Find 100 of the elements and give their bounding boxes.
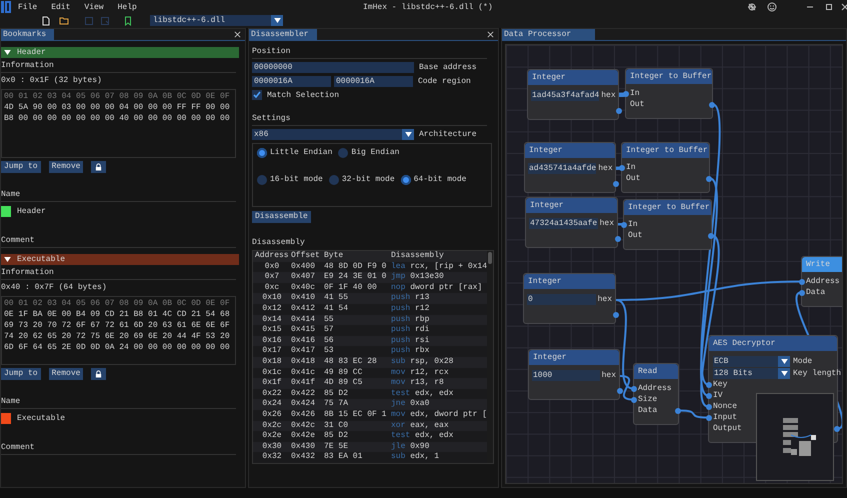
section-label: Information: [1, 265, 236, 280]
value-field[interactable]: 0: [527, 294, 596, 304]
menu-item[interactable]: File: [18, 2, 38, 12]
pin-icon[interactable]: [631, 396, 637, 402]
table-cell-text: jle 0x90: [390, 442, 430, 452]
pin-icon[interactable]: [613, 181, 619, 187]
node[interactable]: Integer ad435741a4afde hex: [524, 142, 616, 193]
pin-icon[interactable]: [617, 388, 623, 394]
pin-icon[interactable]: [706, 414, 712, 420]
pin-icon[interactable]: [706, 176, 712, 182]
color-swatch[interactable]: [1, 413, 11, 424]
table-cell-text: 49 89 CC: [323, 368, 364, 378]
value-field[interactable]: 1ad45a3f4afad4: [531, 90, 600, 100]
lock-button[interactable]: [91, 368, 106, 380]
value-field[interactable]: 47324a1435aafe: [529, 218, 598, 228]
table-cell-text: 0x26: [261, 410, 283, 420]
close-icon[interactable]: [487, 31, 494, 38]
pin-icon[interactable]: [708, 232, 714, 238]
field-label: Architecture: [419, 128, 477, 140]
node[interactable]: Integer 0 hex: [523, 273, 616, 324]
column-header[interactable]: Disassembly: [389, 251, 487, 262]
collapsing-header[interactable]: Executable: [1, 254, 239, 265]
node[interactable]: Integer 1ad45a3f4afad4 hex: [527, 69, 619, 120]
mode-dropdown[interactable]: 128 Bits: [713, 368, 790, 378]
pin-label: Data: [638, 405, 658, 416]
pin-icon[interactable]: [619, 164, 625, 170]
table-cell-text: 0F 1F 40 00: [323, 282, 378, 294]
radio-button[interactable]: 16-bit mode: [257, 174, 323, 185]
column-header[interactable]: Byte: [322, 251, 389, 262]
radio-button[interactable]: 32-bit mode: [328, 174, 395, 185]
node[interactable]: Write Address Data: [801, 256, 842, 307]
file-dropdown[interactable]: libstdc++-6.dll: [150, 15, 283, 26]
close-icon[interactable]: [840, 2, 847, 12]
menu-item[interactable]: Edit: [51, 2, 70, 12]
column-header[interactable]: Address: [253, 251, 289, 262]
bookmark-button[interactable]: Remove: [48, 368, 84, 380]
menu-item[interactable]: Help: [118, 2, 137, 12]
table-cell-text: 4D 89 C5: [323, 378, 364, 389]
pin-icon[interactable]: [706, 382, 712, 388]
pin-icon[interactable]: [834, 426, 840, 432]
pin-icon[interactable]: [675, 408, 681, 414]
mode-dropdown[interactable]: ECB: [713, 356, 790, 366]
node[interactable]: Integer to Buffer In Out: [623, 199, 712, 250]
dropdown-arrow-icon: [274, 18, 280, 23]
pin-icon[interactable]: [615, 236, 621, 242]
input-field[interactable]: 0000016A: [334, 76, 413, 86]
architecture-dropdown[interactable]: x86: [252, 128, 414, 140]
table-cell-text: 55: [323, 314, 335, 326]
lock-button[interactable]: [91, 161, 106, 173]
bookmark-name[interactable]: Executable: [17, 413, 66, 424]
value-field[interactable]: ad435741a4afde: [528, 162, 596, 174]
bookmark-name[interactable]: Header: [17, 206, 46, 217]
table-cell-text: 0x426: [290, 410, 316, 420]
radio-button[interactable]: Big Endian: [338, 147, 400, 158]
pin-icon[interactable]: [613, 312, 619, 318]
maximize-icon[interactable]: [824, 2, 834, 12]
node[interactable]: Integer to Buffer In Out: [625, 68, 713, 119]
bookmark-button[interactable]: Jump to: [1, 161, 41, 173]
node-title: Integer: [526, 198, 617, 213]
bug-icon[interactable]: [747, 2, 757, 12]
panel-tab[interactable]: Disassembler: [249, 29, 317, 40]
node[interactable]: Read Address Size Data: [633, 363, 679, 425]
column-header[interactable]: Offset: [289, 251, 322, 262]
pin-icon[interactable]: [706, 404, 712, 410]
pin-icon[interactable]: [623, 90, 629, 96]
input-field[interactable]: 00000000: [252, 62, 414, 72]
node[interactable]: Integer to Buffer In Out: [621, 142, 710, 193]
pin-icon[interactable]: [709, 102, 715, 108]
bookmark-button[interactable]: Remove: [48, 161, 84, 173]
pin-icon[interactable]: [799, 278, 805, 284]
new-file-icon[interactable]: [41, 16, 51, 26]
table-cell-text: 0x15: [261, 325, 283, 336]
pin-icon[interactable]: [799, 290, 805, 296]
checkbox-label[interactable]: Match Selection: [267, 90, 340, 100]
input-field[interactable]: 0000016A: [252, 76, 331, 86]
color-swatch[interactable]: [1, 206, 11, 217]
collapsing-header[interactable]: Header: [1, 47, 239, 58]
pin-icon[interactable]: [706, 392, 712, 398]
panel-tab[interactable]: Data Processor: [502, 29, 596, 40]
bookmark-icon[interactable]: [123, 16, 133, 26]
table-cell-text: 0x1c: [261, 368, 283, 378]
disassemble-button[interactable]: Disassemble: [252, 211, 311, 223]
menu-item[interactable]: View: [84, 2, 104, 12]
panel-tab[interactable]: Bookmarks: [1, 29, 54, 40]
value-field[interactable]: 1000: [532, 370, 600, 380]
pin-icon[interactable]: [621, 222, 627, 228]
smiley-icon[interactable]: [767, 2, 777, 12]
node[interactable]: Integer 47324a1435aafe hex: [525, 197, 618, 248]
table-cell-text: 48 8D 0D F9 0: [323, 262, 388, 272]
pin-icon[interactable]: [616, 108, 622, 114]
node[interactable]: Integer 1000 hex: [528, 349, 620, 400]
bookmark-button[interactable]: Jump to: [1, 368, 41, 380]
pin-icon[interactable]: [631, 386, 637, 392]
close-icon[interactable]: [234, 31, 241, 38]
node-title: Integer: [525, 143, 615, 158]
checkbox[interactable]: [252, 90, 262, 100]
radio-button[interactable]: 64-bit mode: [400, 174, 466, 185]
folder-icon[interactable]: [59, 16, 69, 26]
radio-button[interactable]: Little Endian: [257, 147, 332, 158]
table-cell-text: 0x12: [261, 304, 283, 315]
